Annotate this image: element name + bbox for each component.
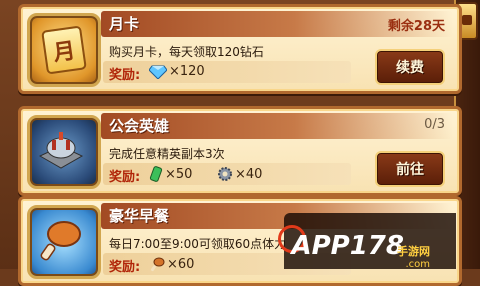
diamond-icon [149,65,167,79]
card-status: 剩余28天 [387,19,445,34]
reward-item: ×50 [149,166,192,182]
reward-qty: ×50 [165,166,193,182]
reward-item: ×40 [217,166,262,182]
quest-card-guild-hero: 公会英雄 0/3 完成任意精英副本3次 奖励: ×50 ×40 前往 [18,106,462,196]
watermark-domain-text: .com [405,259,430,270]
monthly-card-glyph: 月 [51,38,77,67]
reward-label: 奖励: [109,68,141,83]
card-title: 公会英雄 [109,117,170,135]
drumstick-icon [150,257,165,272]
reward-item: ×60 [149,256,194,272]
card-description: 每日7:00至9:00可领取60点体力 [109,237,287,251]
card-description: 购买月卡，每天领取120钻石 [109,45,264,59]
reward-item: ×120 [149,64,205,79]
monthly-card-icon: 月 [27,13,101,87]
card-title: 豪华早餐 [109,207,170,225]
reward-qty: ×60 [167,256,195,272]
reward-label: 奖励: [109,170,141,185]
gear-icon [218,167,232,181]
card-progress: 0/3 [424,117,445,132]
reward-qty: ×120 [169,64,205,79]
watermark-sub-text: 手游网 [397,245,430,258]
card-title: 月卡 [109,15,140,33]
reward-label: 奖励: [109,260,141,275]
watermark-main-text: APP178 [291,231,404,261]
breakfast-icon [27,205,101,279]
quest-card-monthly: 月 月卡 剩余28天 购买月卡，每天领取120钻石 奖励: ×120 续费 [18,4,462,94]
reward-qty: ×40 [235,166,263,182]
guild-hero-icon [27,115,101,189]
goto-button[interactable]: 前往 [375,151,445,187]
green-potion-icon [149,166,163,182]
site-watermark: APP178 手游网 .com [278,213,456,270]
renew-button[interactable]: 续费 [375,49,445,85]
card-description: 完成任意精英副本3次 [109,147,225,161]
